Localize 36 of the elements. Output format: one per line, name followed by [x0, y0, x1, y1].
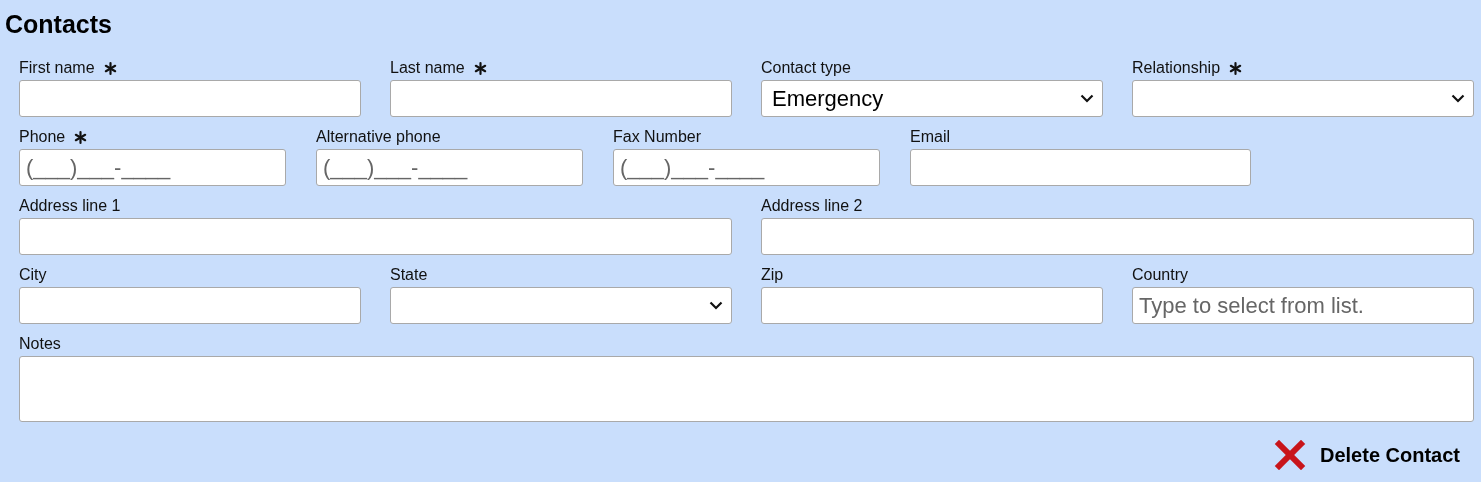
field-label: First name: [19, 58, 95, 78]
close-icon: [1273, 440, 1306, 470]
field-label: Last name: [390, 58, 465, 78]
field-label: Address line 2: [761, 196, 863, 216]
text-field[interactable]: (___)___-____: [613, 149, 880, 186]
field-label: Alternative phone: [316, 127, 441, 147]
field-label: Country: [1132, 265, 1189, 285]
select-field[interactable]: Emergency: [761, 80, 1103, 117]
notes-field[interactable]: [19, 356, 1474, 422]
section-title: Contacts: [5, 9, 112, 40]
field-label: City: [19, 265, 47, 285]
field-label: Fax Number: [613, 127, 702, 147]
chevron-down-icon: [1451, 94, 1465, 103]
field-label: State: [390, 265, 428, 285]
chevron-down-icon: [709, 301, 723, 310]
text-field[interactable]: (___)___-____: [19, 149, 286, 186]
delete-contact-button[interactable]: Delete Contact: [1273, 440, 1460, 470]
text-field[interactable]: [19, 80, 361, 117]
select-field[interactable]: [1132, 80, 1474, 117]
text-field[interactable]: (___)___-____: [316, 149, 583, 186]
text-field[interactable]: [761, 218, 1474, 255]
text-field[interactable]: [19, 218, 732, 255]
text-field[interactable]: [390, 80, 732, 117]
field-label: Phone: [19, 127, 66, 147]
text-field[interactable]: Type to select from list.: [1132, 287, 1474, 324]
text-field[interactable]: [19, 287, 361, 324]
field-label: Email: [910, 127, 950, 147]
field-label: Notes: [19, 334, 61, 354]
text-field[interactable]: [910, 149, 1251, 186]
chevron-down-icon: [1080, 94, 1094, 103]
text-field[interactable]: [761, 287, 1103, 324]
field-label: Address line 1: [19, 196, 121, 216]
field-label: Zip: [761, 265, 784, 285]
field-label: Relationship: [1132, 58, 1221, 78]
select-field[interactable]: [390, 287, 732, 324]
field-label: Contact type: [761, 58, 851, 78]
